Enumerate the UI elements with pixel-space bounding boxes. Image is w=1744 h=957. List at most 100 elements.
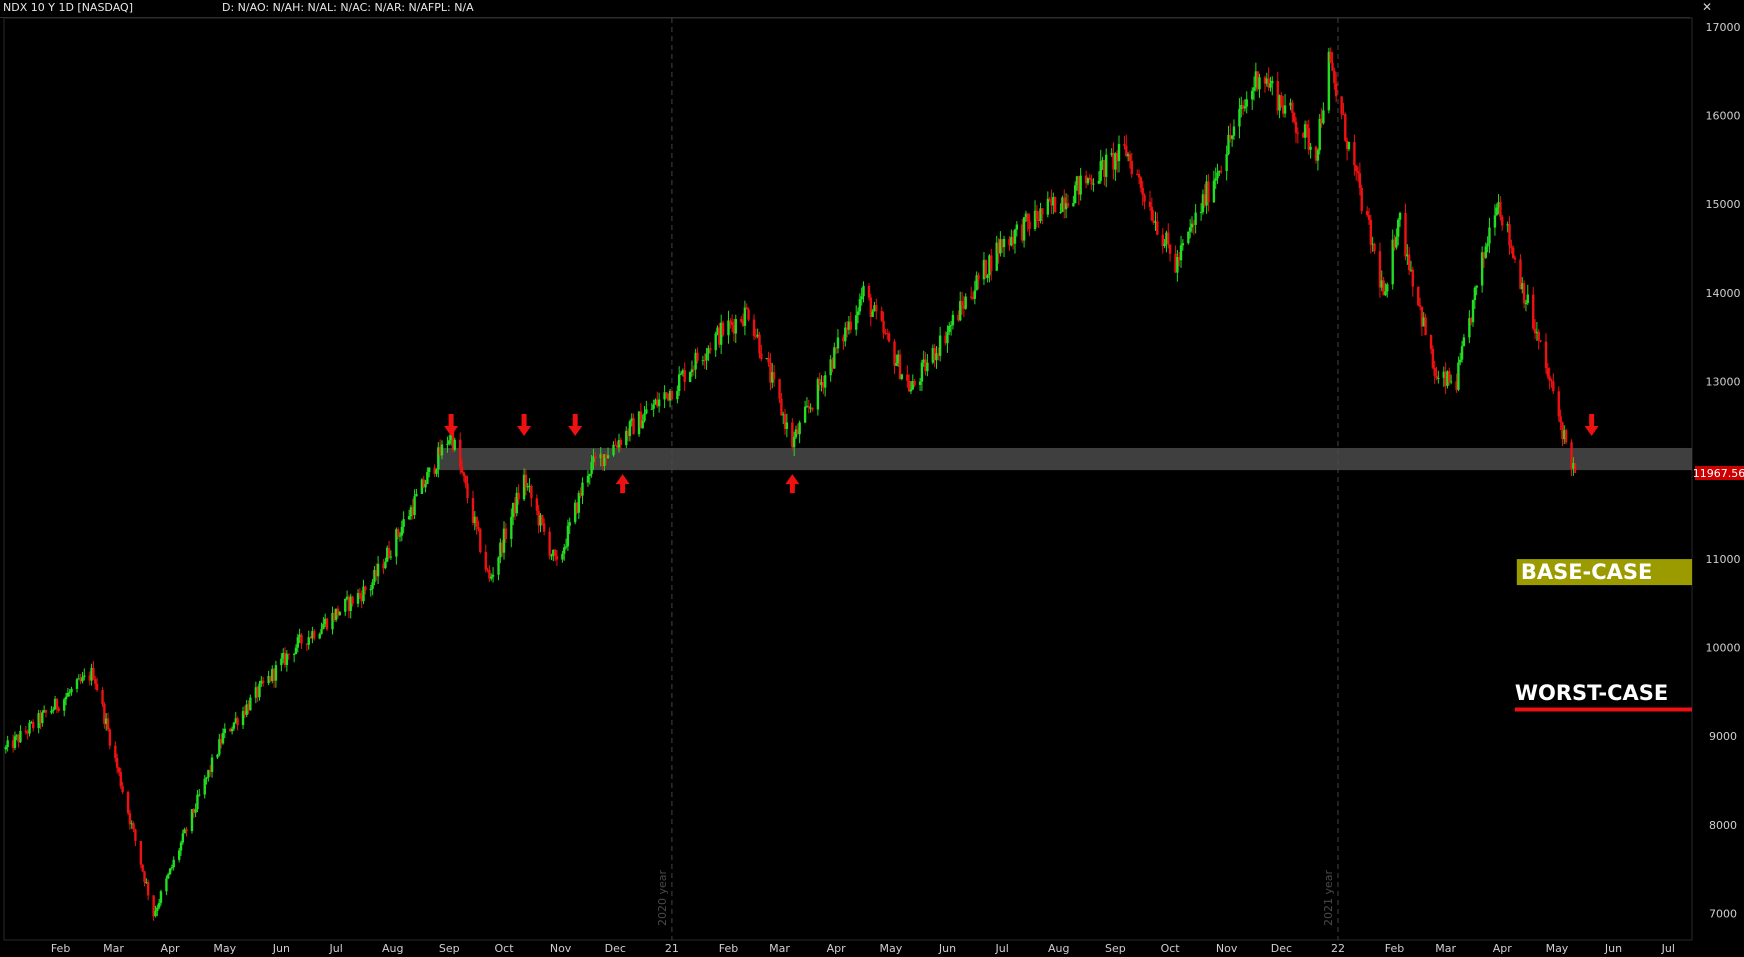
candle-body — [1522, 283, 1526, 304]
candle-body — [1524, 303, 1528, 305]
candle-body — [743, 307, 747, 326]
candle-body — [126, 792, 130, 814]
candle-body — [261, 680, 265, 684]
y-tick-label: 14000 — [1706, 287, 1741, 300]
candle-body — [322, 624, 325, 630]
candle-body — [619, 439, 623, 446]
candle-body — [466, 483, 469, 499]
candle-body — [387, 547, 391, 558]
candle-body — [63, 699, 66, 711]
candle-body — [709, 348, 712, 351]
candle-body — [1269, 83, 1272, 88]
candle-body — [951, 314, 955, 326]
candle-body — [95, 683, 99, 691]
candle-body — [1333, 70, 1336, 84]
down-arrow-shaft — [572, 413, 578, 428]
candle-body — [181, 833, 185, 843]
candle-body — [880, 310, 883, 321]
x-tick-label: Jun — [1604, 942, 1622, 955]
candle-body — [683, 370, 686, 382]
candle-body — [369, 588, 372, 591]
candle-body — [1508, 224, 1511, 246]
candle-body — [729, 320, 732, 322]
candle-body — [101, 690, 104, 705]
candle-body — [402, 519, 405, 527]
candle-body — [504, 528, 508, 539]
candle-body — [55, 698, 59, 709]
candle-body — [475, 516, 478, 527]
candle-body — [524, 474, 528, 488]
price-chart[interactable]: 2020 year 2021 year Feb Mar Apr May Jun Jul Aug S… — [0, 0, 1744, 957]
candle-body — [274, 665, 278, 681]
y-tick-label: 16000 — [1706, 110, 1741, 123]
candle-body — [803, 406, 807, 423]
candle-body — [460, 466, 464, 473]
candle-body — [594, 456, 597, 459]
candle-body — [692, 369, 695, 371]
candle-body — [1225, 154, 1228, 171]
candle-body — [1230, 135, 1234, 139]
candle-body — [752, 319, 756, 337]
candle-body — [1398, 212, 1402, 220]
candle-body — [1488, 227, 1491, 244]
candle-body — [358, 593, 362, 595]
candle-body — [325, 618, 329, 630]
x-tick-label: Jun — [938, 942, 956, 955]
candle-body — [376, 563, 380, 577]
candle-body — [292, 653, 296, 655]
candle-body — [117, 767, 121, 773]
candle-body — [688, 372, 692, 382]
candle-body — [1148, 201, 1152, 207]
candle-body — [1258, 77, 1261, 90]
candle-body — [4, 747, 8, 750]
candle-body — [1564, 430, 1568, 443]
candle-body — [307, 637, 310, 645]
candle-body — [1347, 142, 1351, 150]
candle-body — [856, 311, 860, 316]
candle-body — [566, 525, 570, 547]
candle-body — [1365, 210, 1369, 216]
candle-body — [535, 498, 539, 511]
candle-body — [1073, 185, 1077, 204]
candle-body — [459, 439, 462, 467]
candle-body — [1238, 108, 1241, 127]
candle-body — [1105, 154, 1108, 177]
candle-body — [1252, 87, 1256, 91]
candle-body — [1460, 346, 1464, 360]
candle-body — [652, 404, 655, 409]
candle-body — [446, 443, 449, 445]
candle-body — [258, 683, 261, 698]
candle-body — [1367, 215, 1371, 220]
candle-body — [1099, 161, 1102, 181]
candle-body — [696, 352, 699, 361]
candle-body — [320, 629, 323, 634]
candle-body — [52, 709, 55, 711]
candle-body — [1344, 114, 1347, 141]
candle-body — [1473, 287, 1477, 301]
candle-body — [398, 535, 402, 537]
x-tick-label: Mar — [1435, 942, 1456, 955]
candle-body — [159, 891, 163, 903]
candle-body — [1459, 359, 1462, 363]
candle-body — [453, 439, 456, 450]
candle-body — [1550, 380, 1553, 382]
x-tick-label: Nov — [550, 942, 572, 955]
candle-body — [1026, 213, 1029, 222]
x-tick-label: May — [1546, 942, 1569, 955]
candle-body — [440, 444, 444, 456]
candle-body — [185, 829, 188, 832]
candle-body — [1216, 172, 1219, 179]
candle-body — [1194, 212, 1197, 225]
candle-body — [758, 334, 761, 354]
x-tick-label: Dec — [605, 942, 626, 955]
candle-body — [1143, 194, 1146, 202]
candle-body — [106, 718, 110, 730]
candle-body — [1546, 368, 1550, 377]
candle-body — [1404, 212, 1407, 257]
candle-body — [581, 482, 584, 496]
candle-body — [517, 492, 520, 500]
candle-body — [94, 679, 97, 684]
candle-body — [1139, 177, 1143, 188]
candle-body — [1358, 173, 1362, 189]
candle-body — [1207, 181, 1210, 203]
